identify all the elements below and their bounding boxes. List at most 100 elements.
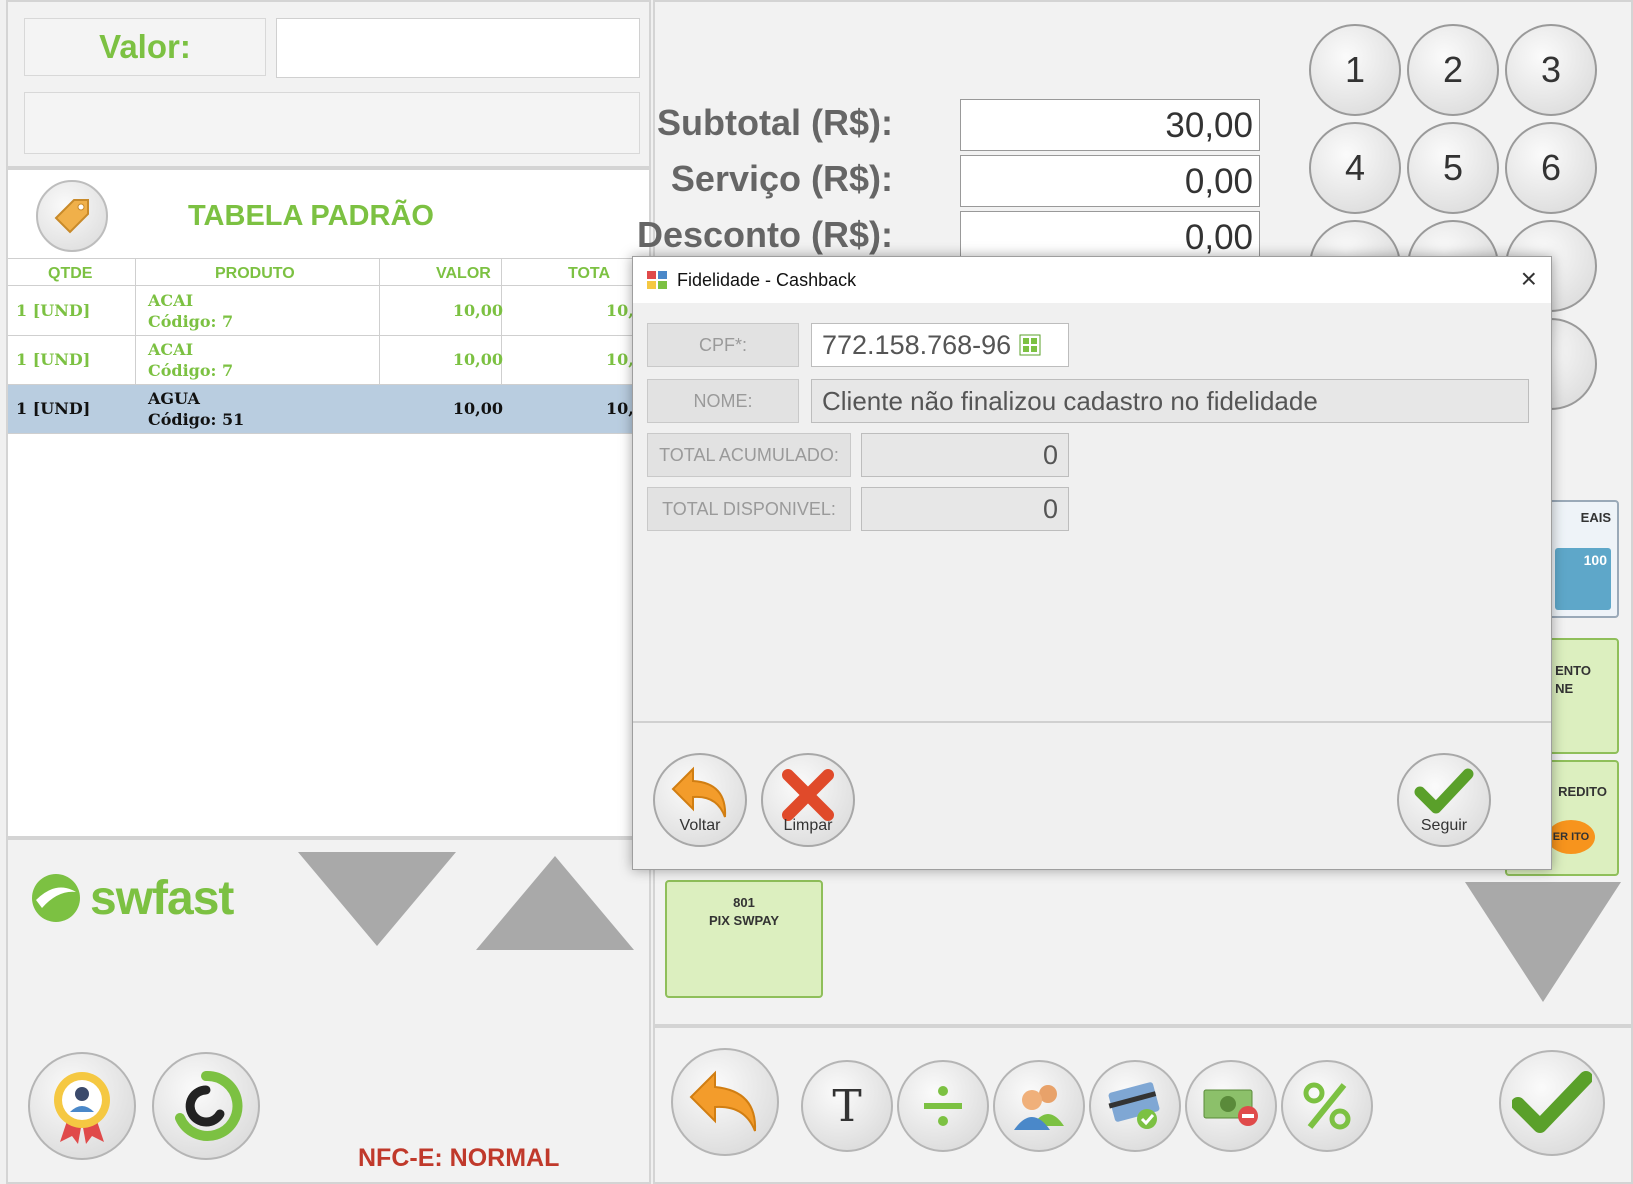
item-name: AGUA bbox=[148, 389, 200, 408]
keypad-1[interactable]: 1 bbox=[1309, 24, 1401, 116]
payment-tile-other-line1: ENTO bbox=[1555, 663, 1591, 678]
dialog-titlebar: Fidelidade - Cashback × bbox=[633, 257, 1551, 303]
cpf-value: 772.158.768-96 bbox=[822, 329, 1012, 360]
cash-remove-icon bbox=[1203, 1089, 1258, 1126]
table-row-selected[interactable]: 1 [UND] AGUA Código: 51 10,00 10,( bbox=[8, 385, 649, 434]
column-qtde: QTDE bbox=[48, 265, 93, 282]
bottom-toolbar: T bbox=[653, 1026, 1633, 1184]
limpar-label: Limpar bbox=[783, 817, 833, 834]
card-payment-button[interactable] bbox=[1089, 1060, 1181, 1152]
payment-tile-credit-label: REDITO bbox=[1558, 784, 1607, 799]
customers-button[interactable] bbox=[993, 1060, 1085, 1152]
total-disponivel-label: TOTAL DISPONIVEL: bbox=[647, 487, 851, 531]
swfast-logo-icon bbox=[32, 874, 80, 922]
pix-code: 801 bbox=[733, 895, 755, 910]
items-table-header: QTDE PRODUTO VALOR TOTA bbox=[8, 258, 649, 286]
remove-cash-button[interactable] bbox=[1185, 1060, 1277, 1152]
dialog-title: Fidelidade - Cashback bbox=[677, 269, 857, 290]
desconto-label: Desconto (R$): bbox=[636, 214, 893, 255]
item-code: Código: 7 bbox=[148, 312, 234, 331]
keypad-5[interactable]: 5 bbox=[1407, 122, 1499, 214]
fidelidade-cashback-dialog: Fidelidade - Cashback × CPF*: 772.158.76… bbox=[632, 256, 1552, 870]
total-acumulado-field: 0 bbox=[861, 433, 1069, 477]
servico-field[interactable]: 0,00 bbox=[960, 155, 1260, 207]
banknote-icon: 100 bbox=[1555, 548, 1611, 610]
table-row[interactable]: 1 [UND] ACAI Código: 7 10,00 10,( bbox=[8, 287, 649, 336]
item-value: 10,00 bbox=[452, 399, 503, 418]
credit-brand-icon: ER ITO bbox=[1547, 820, 1595, 854]
item-qty: 1 [UND] bbox=[16, 350, 91, 369]
total-disponivel-field: 0 bbox=[861, 487, 1069, 531]
back-button[interactable] bbox=[671, 1048, 779, 1156]
valor-input[interactable] bbox=[276, 18, 640, 78]
payment-tile-cash-label: EAIS bbox=[1580, 510, 1611, 525]
left-bottom-panel: swfast NFC-E: NORMAL bbox=[6, 838, 651, 1184]
item-code: Código: 7 bbox=[148, 361, 234, 380]
keypad-4[interactable]: 4 bbox=[1309, 122, 1401, 214]
keypad-3[interactable]: 3 bbox=[1505, 24, 1597, 116]
voltar-label: Voltar bbox=[679, 817, 721, 834]
payment-tile-pix[interactable]: 801 PIX SWPAY bbox=[665, 880, 823, 998]
nfce-status: NFC-E: NORMAL bbox=[358, 1144, 560, 1172]
close-icon[interactable]: × bbox=[1521, 263, 1537, 295]
text-button[interactable]: T bbox=[801, 1060, 893, 1152]
dialog-footer: Voltar Limpar Seguir bbox=[633, 737, 1551, 869]
limpar-button[interactable]: Limpar bbox=[761, 753, 855, 847]
loyalty-badge-button[interactable] bbox=[28, 1052, 136, 1160]
sync-swirl-icon bbox=[175, 1070, 243, 1141]
checkmark-icon bbox=[1414, 768, 1474, 814]
item-value: 10,00 bbox=[452, 350, 503, 369]
item-qty: 1 [UND] bbox=[16, 301, 91, 320]
text-t-icon: T bbox=[832, 1080, 862, 1132]
item-qty: 1 [UND] bbox=[16, 399, 91, 418]
credit-card-check-icon bbox=[1108, 1082, 1160, 1129]
discount-button[interactable] bbox=[1281, 1060, 1373, 1152]
users-icon bbox=[1014, 1085, 1064, 1130]
nome-label: NOME: bbox=[647, 379, 799, 423]
cpf-field[interactable]: 772.158.768-96 bbox=[811, 323, 1069, 367]
divide-icon bbox=[924, 1086, 962, 1126]
subtotal-field: 30,00 bbox=[960, 99, 1260, 151]
valor-panel: Valor: bbox=[6, 0, 651, 168]
table-row[interactable]: 1 [UND] ACAI Código: 7 10,00 10,( bbox=[8, 336, 649, 385]
nome-field: Cliente não finalizou cadastro no fideli… bbox=[811, 379, 1529, 423]
price-table-button[interactable] bbox=[36, 180, 108, 252]
app-window-icon bbox=[647, 271, 667, 289]
payment-tile-other-label: ENTO NE bbox=[1555, 662, 1591, 698]
dialog-body: CPF*: 772.158.768-96 NOME: Cliente não f… bbox=[633, 303, 1551, 723]
pix-name: PIX SWPAY bbox=[708, 913, 780, 928]
keypad-2[interactable]: 2 bbox=[1407, 24, 1499, 116]
keypad-6[interactable]: 6 bbox=[1505, 122, 1597, 214]
swfast-logo: swfast bbox=[28, 870, 234, 926]
clear-x-icon bbox=[782, 769, 834, 821]
item-product: ACAI Código: 7 bbox=[148, 339, 233, 381]
banknote-value: 100 bbox=[1583, 552, 1607, 568]
undo-arrow-icon bbox=[671, 766, 727, 818]
payment-scroll-down-arrow[interactable] bbox=[1465, 882, 1621, 1002]
total-acumulado-label: TOTAL ACUMULADO: bbox=[647, 433, 851, 477]
payment-tile-other-line2: NE bbox=[1555, 681, 1574, 696]
item-product: AGUA Código: 51 bbox=[148, 388, 244, 430]
item-name: ACAI bbox=[148, 340, 194, 359]
item-product: ACAI Código: 7 bbox=[148, 290, 233, 332]
refresh-sync-button[interactable] bbox=[152, 1052, 260, 1160]
finish-sale-button[interactable] bbox=[1499, 1050, 1605, 1156]
valor-secondary-field bbox=[24, 92, 640, 154]
checkmark-icon bbox=[1512, 1071, 1592, 1133]
item-code: Código: 51 bbox=[148, 410, 245, 429]
split-button[interactable] bbox=[897, 1060, 989, 1152]
price-table-title: TABELA PADRÃO bbox=[188, 200, 434, 232]
scroll-up-arrow[interactable] bbox=[476, 856, 634, 950]
voltar-button[interactable]: Voltar bbox=[653, 753, 747, 847]
percent-icon bbox=[1303, 1082, 1351, 1130]
subtotal-label: Subtotal (R$): bbox=[657, 102, 893, 143]
column-valor: VALOR bbox=[436, 265, 491, 282]
keyboard-grid-icon[interactable] bbox=[1019, 334, 1041, 356]
column-total: TOTA bbox=[568, 265, 611, 282]
scroll-down-arrow[interactable] bbox=[298, 852, 456, 946]
seguir-button[interactable]: Seguir bbox=[1397, 753, 1491, 847]
award-badge-icon bbox=[54, 1072, 110, 1144]
item-name: ACAI bbox=[148, 291, 194, 310]
servico-label: Serviço (R$): bbox=[670, 158, 893, 199]
logo-text: swfast bbox=[90, 871, 234, 925]
